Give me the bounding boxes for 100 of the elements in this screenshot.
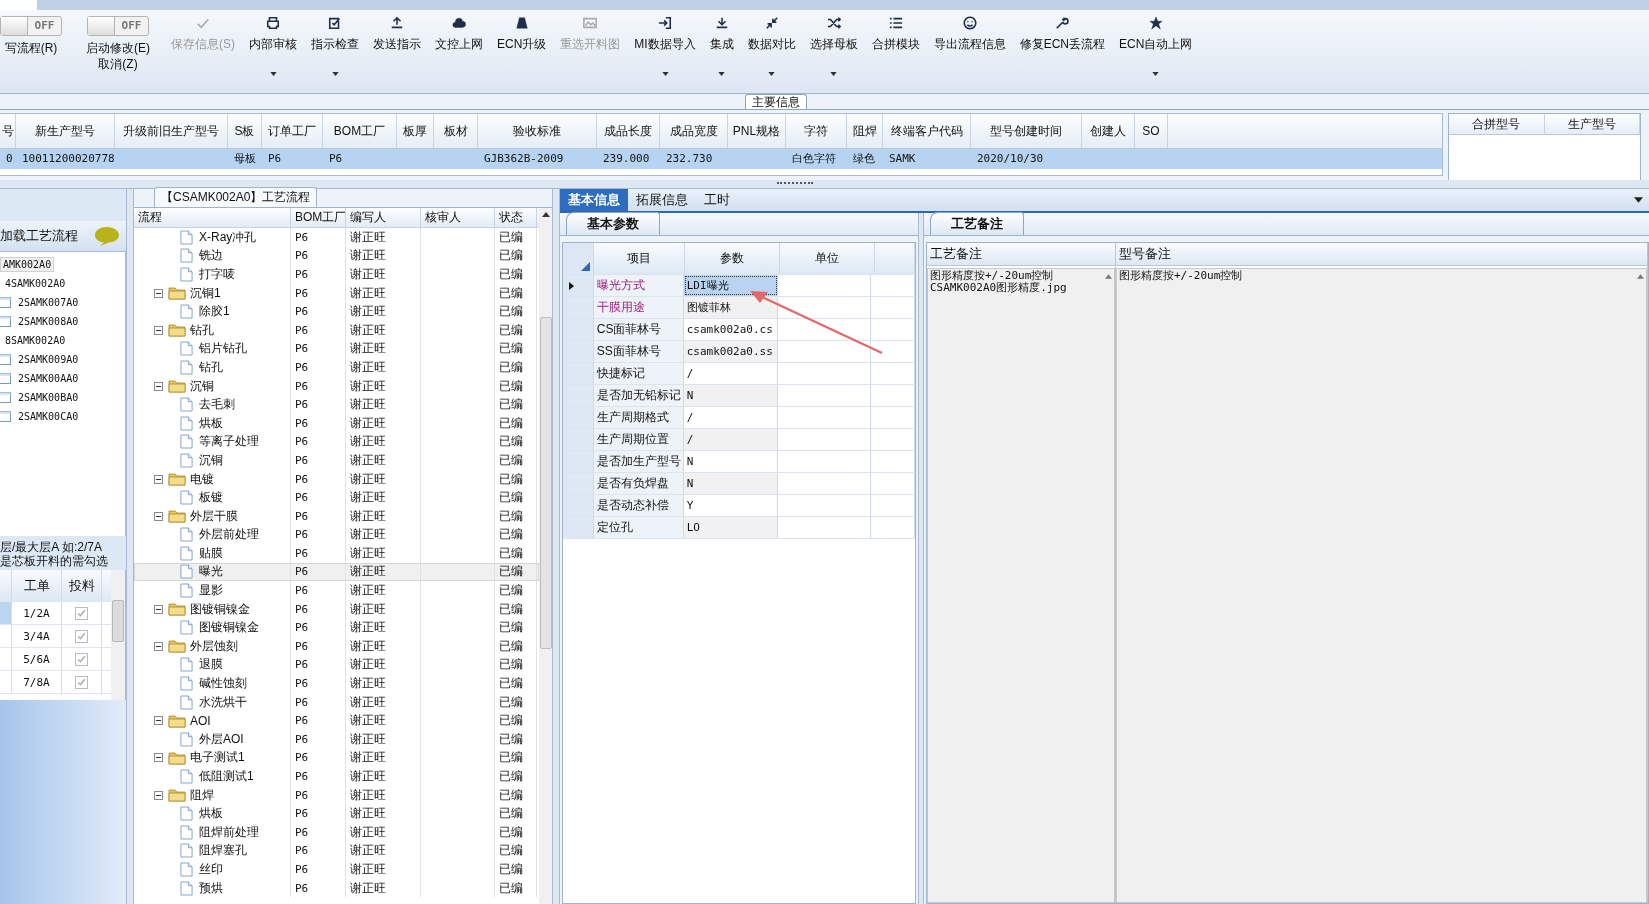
tree-row[interactable]: 贴膜 P6 谢正旺 已编 <box>134 544 539 563</box>
tree-row[interactable]: 沉铜 P6 谢正旺 已编 <box>134 376 539 396</box>
text-area[interactable]: 图形精度按+/-20um控制 CSAMK002A0图形精度.jpg <box>927 268 1115 903</box>
column-header[interactable]: SO <box>1135 114 1168 148</box>
column-header[interactable]: 投料 <box>62 570 102 601</box>
collapse-icon[interactable] <box>154 716 163 726</box>
column-header[interactable]: 生产型号 <box>1544 114 1640 134</box>
parameter-value[interactable]: csamk002a0.ss <box>683 341 778 362</box>
parameter-value[interactable]: / <box>683 407 778 428</box>
collapse-icon[interactable] <box>154 604 163 614</box>
toolbar-button[interactable]: ECN自动上网 <box>1112 16 1200 76</box>
scrollbar[interactable] <box>539 208 552 904</box>
scroll-up-icon[interactable] <box>541 212 550 217</box>
column-header[interactable]: 阻焊 <box>847 114 883 148</box>
list-item[interactable]: AMK002A0 <box>0 257 55 272</box>
column-header[interactable]: 合拼型号 <box>1449 114 1545 134</box>
parameter-value[interactable]: LO <box>683 517 778 538</box>
tree-row[interactable]: 钻孔 P6 谢正旺 已编 <box>134 358 539 377</box>
toolbar-button[interactable]: 发送指示 <box>366 16 428 52</box>
tree-row[interactable]: 低阻测试1 P6 谢正旺 已编 <box>134 767 539 786</box>
column-header[interactable]: BOM工厂 <box>291 208 346 227</box>
panel-tab[interactable]: 基本参数 <box>566 212 660 235</box>
toolbar-button[interactable]: ECN升级 <box>490 16 554 52</box>
collapse-icon[interactable] <box>154 753 163 763</box>
list-item[interactable]: 4SAMK002A0 <box>3 277 68 290</box>
column-header[interactable]: 板材 <box>434 114 478 148</box>
column-header[interactable]: 验收标准 <box>478 114 597 148</box>
list-item[interactable]: 2SAMK007A0 <box>16 296 81 309</box>
tree-row[interactable]: 曝光 P6 谢正旺 已编 <box>134 562 539 582</box>
toolbar-button[interactable]: 指示检查 <box>304 16 366 76</box>
tree-row[interactable]: 预烘 P6 谢正旺 已编 <box>134 878 539 898</box>
column-header[interactable]: 工艺备注 <box>927 243 1115 266</box>
toggle-switch[interactable]: OFF <box>87 16 149 36</box>
column-header[interactable]: 项目 <box>594 243 685 274</box>
tree-row[interactable]: 去毛刺 P6 谢正旺 已编 <box>134 395 539 414</box>
column-header[interactable]: 字符 <box>786 114 847 148</box>
parameter-value[interactable]: / <box>683 363 778 384</box>
collapse-icon[interactable] <box>154 288 163 298</box>
tree-row[interactable]: 铝片钻孔 P6 谢正旺 已编 <box>134 339 539 359</box>
column-header[interactable]: 成品长度 <box>597 114 660 148</box>
collapse-icon[interactable] <box>154 641 163 651</box>
column-header[interactable]: 单位 <box>780 243 875 274</box>
tree-row[interactable]: 外层前处理 P6 谢正旺 已编 <box>134 525 539 545</box>
tree-row[interactable]: 丝印 P6 谢正旺 已编 <box>134 860 539 879</box>
toolbar-button[interactable]: 修复ECN丢流程 <box>1012 16 1113 52</box>
tree-row[interactable]: 除胶1 P6 谢正旺 已编 <box>134 302 539 321</box>
column-header[interactable]: BOM工厂 <box>323 114 397 148</box>
column-header[interactable]: 型号创建时间 <box>971 114 1082 148</box>
splitter-grip[interactable] <box>776 181 813 187</box>
tree-row[interactable]: 板镀 P6 谢正旺 已编 <box>134 488 539 507</box>
speech-bubble-icon[interactable] <box>94 226 120 246</box>
list-item[interactable]: 2SAMK008A0 <box>16 315 81 328</box>
column-header[interactable]: S板 <box>228 114 262 148</box>
table-row[interactable]: 0 10011200020778 母板 P6 P6 GJB362B-2009 239.000 232.730 白色字符 绿色 SAMK 2020/10/30 <box>0 149 1442 169</box>
list-item[interactable]: 2SAMK009A0 <box>16 353 81 366</box>
toggle-switch[interactable]: OFF <box>0 16 62 36</box>
list-item[interactable]: 8SAMK002A0 <box>3 334 68 347</box>
column-header[interactable]: PNL规格 <box>728 114 786 148</box>
column-header[interactable]: 创建人 <box>1082 114 1135 148</box>
column-header[interactable]: 终端客户代码 <box>883 114 971 148</box>
toolbar-button[interactable]: 导出流程信息 <box>926 16 1013 52</box>
tab[interactable]: 拓展信息 <box>628 189 696 211</box>
collapse-icon[interactable] <box>154 790 163 800</box>
text-area[interactable]: 图形精度按+/-20um控制 <box>1116 268 1647 903</box>
tree-row[interactable]: 等离子处理 P6 谢正旺 已编 <box>134 432 539 452</box>
tab[interactable]: 工时 <box>696 189 738 211</box>
tree-row[interactable]: 沉铜1 P6 谢正旺 已编 <box>134 283 539 303</box>
tree-row[interactable]: 沉铜 P6 谢正旺 已编 <box>134 451 539 470</box>
toolbar-button[interactable]: 集成 <box>702 16 741 76</box>
parameter-value[interactable]: csamk002a0.cs <box>683 319 778 340</box>
column-header[interactable]: 流程 <box>134 208 291 227</box>
parameter-value[interactable]: Y <box>683 495 778 516</box>
tree-row[interactable]: 阻焊塞孔 P6 谢正旺 已编 <box>134 841 539 861</box>
parameter-value[interactable]: LDI曝光 <box>683 275 778 296</box>
parameter-value[interactable]: 图镀菲林 <box>683 297 778 318</box>
tree-row[interactable]: 钻孔 P6 谢正旺 已编 <box>134 320 539 340</box>
scrollbar[interactable] <box>111 570 125 700</box>
tree-row[interactable]: 电子测试1 P6 谢正旺 已编 <box>134 748 539 768</box>
caret-icon[interactable] <box>1634 197 1643 203</box>
list-item[interactable]: 2SAMK00AA0 <box>16 372 81 385</box>
parameter-value[interactable]: N <box>683 451 778 472</box>
tree-row[interactable]: 显影 P6 谢正旺 已编 <box>134 581 539 600</box>
column-header[interactable]: 状态 <box>495 208 537 227</box>
tree-row[interactable]: 水洗烘干 P6 谢正旺 已编 <box>134 692 539 712</box>
column-header[interactable]: 订单工厂 <box>262 114 323 148</box>
panel-tab[interactable]: 工艺备注 <box>930 212 1024 235</box>
list-item[interactable]: 2SAMK00BA0 <box>16 391 81 404</box>
tree-row[interactable]: 烘板 P6 谢正旺 已编 <box>134 413 539 433</box>
toolbar-button[interactable]: MI数据导入 <box>627 16 703 76</box>
tree-row[interactable]: 外层AOI P6 谢正旺 已编 <box>134 730 539 749</box>
column-header[interactable]: 新生产型号 <box>16 114 115 148</box>
tree-row[interactable]: 图镀铜镍金 P6 谢正旺 已编 <box>134 618 539 638</box>
parameter-value[interactable]: N <box>683 385 778 406</box>
collapse-icon[interactable] <box>154 474 163 484</box>
tree-row[interactable]: AOI P6 谢正旺 已编 <box>134 711 539 731</box>
tree-row[interactable]: 打字唛 P6 谢正旺 已编 <box>134 265 539 284</box>
tab[interactable]: 基本信息 <box>560 189 628 211</box>
collapse-icon[interactable] <box>154 381 163 391</box>
collapse-icon[interactable] <box>154 325 163 335</box>
splitter[interactable] <box>918 213 924 904</box>
